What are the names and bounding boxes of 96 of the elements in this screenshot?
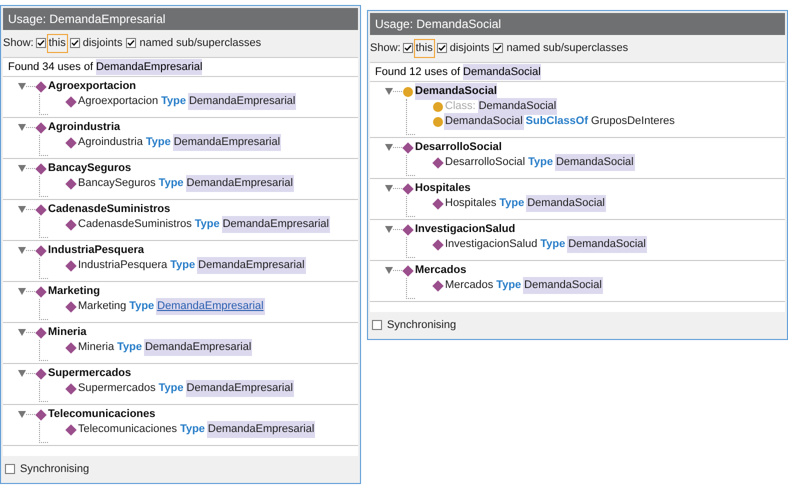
- found-count: Found 12 uses of: [375, 64, 460, 80]
- option-label: named sub/superclasses: [505, 41, 630, 56]
- option-label: this: [414, 39, 435, 58]
- axiom-term: Type: [539, 237, 566, 252]
- entity-heading[interactable]: DesarrolloSocial: [415, 139, 502, 156]
- entity-heading[interactable]: CadenasdeSuministros: [48, 201, 170, 218]
- expanded-triangle-icon[interactable]: [18, 411, 26, 418]
- axiom-term: Agroexportacion: [77, 94, 160, 110]
- panel-title: Usage: DemandaEmpresarial: [3, 8, 358, 30]
- axiom-term: Type: [160, 94, 187, 110]
- axiom-term: DemandaEmpresarial: [156, 298, 265, 315]
- axiom-term: IndustriaPesquera: [77, 258, 168, 274]
- axiom-term: DemandaEmpresarial: [186, 175, 294, 192]
- axiom-term: Marketing: [77, 299, 128, 314]
- option-label: disjoints: [448, 41, 490, 56]
- expanded-triangle-icon[interactable]: [18, 165, 26, 172]
- expanded-triangle-icon[interactable]: [18, 288, 26, 295]
- expanded-triangle-icon[interactable]: [18, 370, 26, 377]
- axiom-term: Type: [194, 217, 221, 232]
- show-label: Show:: [3, 36, 34, 51]
- found-target: DemandaEmpresarial: [96, 58, 202, 75]
- entity-heading[interactable]: Telecomunicaciones: [48, 406, 156, 423]
- axiom-term: GruposDeInteres: [590, 114, 676, 130]
- axiom-term: DemandaEmpresarial: [188, 93, 296, 110]
- entity-heading[interactable]: DemandaSocial: [415, 83, 497, 100]
- axiom-term: InvestigacionSalud: [444, 237, 538, 252]
- show-checkbox[interactable]: [70, 38, 80, 48]
- show-label: Show:: [370, 41, 401, 56]
- axiom-term: DemandaEmpresarial: [222, 216, 330, 233]
- found-target: DemandaSocial: [463, 64, 541, 80]
- show-checkbox[interactable]: [436, 43, 447, 54]
- entity-heading[interactable]: IndustriaPesquera: [48, 242, 144, 259]
- axiom-term: Type: [169, 258, 196, 274]
- expanded-triangle-icon[interactable]: [18, 329, 26, 336]
- axiom-term: Type: [158, 176, 185, 192]
- option-label: this: [46, 34, 68, 52]
- expanded-triangle-icon[interactable]: [18, 206, 26, 213]
- axiom-term: Type: [116, 340, 143, 356]
- axiom-term: Type: [495, 278, 522, 294]
- axiom-term: Type: [128, 299, 156, 314]
- axiom-term: Agroindustria: [77, 135, 144, 150]
- sync-checkbox[interactable]: [5, 464, 15, 474]
- axiom-term: BancaySeguros: [77, 176, 157, 192]
- entity-heading[interactable]: BancaySeguros: [48, 160, 132, 177]
- axiom-term: DemandaEmpresarial: [206, 421, 316, 438]
- entity-heading[interactable]: Agroindustria: [48, 119, 120, 136]
- axiom-term: DemandaSocial: [554, 154, 635, 171]
- expanded-triangle-icon[interactable]: [18, 247, 26, 254]
- option-label: disjoints: [82, 36, 124, 51]
- axiom-term: DemandaSocial: [478, 98, 558, 115]
- expanded-triangle-icon[interactable]: [385, 144, 393, 151]
- entity-heading[interactable]: Agroexportacion: [48, 78, 136, 95]
- sync-label: Synchronising: [387, 318, 456, 333]
- axiom-term: DesarrolloSocial: [444, 155, 526, 170]
- entity-heading[interactable]: Marketing: [48, 283, 100, 300]
- entity-heading[interactable]: Supermercados: [48, 365, 132, 382]
- axiom-term: Mercados: [444, 278, 494, 294]
- axiom-term: Mineria: [77, 340, 116, 356]
- axiom-term: DemandaEmpresarial: [144, 339, 252, 356]
- axiom-term: DemandaSocial: [567, 236, 647, 253]
- axiom-term: Telecomunicaciones: [77, 422, 178, 438]
- found-count: Found 34 uses of: [8, 60, 94, 74]
- axiom-term: Type: [498, 196, 526, 212]
- expanded-triangle-icon[interactable]: [385, 88, 393, 95]
- axiom-term: Supermercados: [77, 381, 157, 396]
- sync-label: Synchronising: [20, 462, 90, 477]
- show-checkbox[interactable]: [126, 38, 136, 48]
- axiom-term: Hospitales: [444, 196, 498, 212]
- expanded-triangle-icon[interactable]: [385, 185, 393, 192]
- panel-title: Usage: DemandaSocial: [370, 13, 785, 35]
- entity-heading[interactable]: InvestigacionSalud: [415, 221, 516, 238]
- axiom-term: DemandaEmpresarial: [197, 257, 306, 274]
- expanded-triangle-icon[interactable]: [385, 226, 393, 233]
- axiom-term: DemandaSocial: [523, 277, 603, 294]
- show-checkbox[interactable]: [36, 38, 46, 48]
- axiom-term: DemandaSocial: [444, 113, 524, 130]
- axiom-term: Type: [144, 135, 172, 150]
- expanded-triangle-icon[interactable]: [385, 267, 393, 274]
- entity-heading[interactable]: Mercados: [415, 262, 466, 279]
- expanded-triangle-icon[interactable]: [18, 124, 26, 131]
- sync-checkbox[interactable]: [372, 320, 382, 330]
- option-label: named sub/superclasses: [138, 36, 262, 51]
- entity-heading[interactable]: Mineria: [48, 324, 87, 341]
- axiom-term: DemandaEmpresarial: [186, 380, 294, 397]
- show-checkbox[interactable]: [493, 43, 504, 54]
- entity-heading[interactable]: Hospitales: [415, 180, 471, 197]
- show-checkbox[interactable]: [402, 43, 413, 54]
- axiom-term: Type: [527, 155, 554, 170]
- expanded-triangle-icon[interactable]: [18, 83, 26, 90]
- axiom-term: DemandaEmpresarial: [172, 134, 282, 151]
- axiom-term: DemandaSocial: [526, 195, 606, 212]
- axiom-term: Class:: [444, 99, 477, 114]
- axiom-term: CadenasdeSuministros: [77, 217, 193, 232]
- axiom-term: SubClassOf: [524, 114, 590, 130]
- axiom-term: Type: [158, 381, 185, 396]
- axiom-term: Type: [179, 422, 206, 438]
